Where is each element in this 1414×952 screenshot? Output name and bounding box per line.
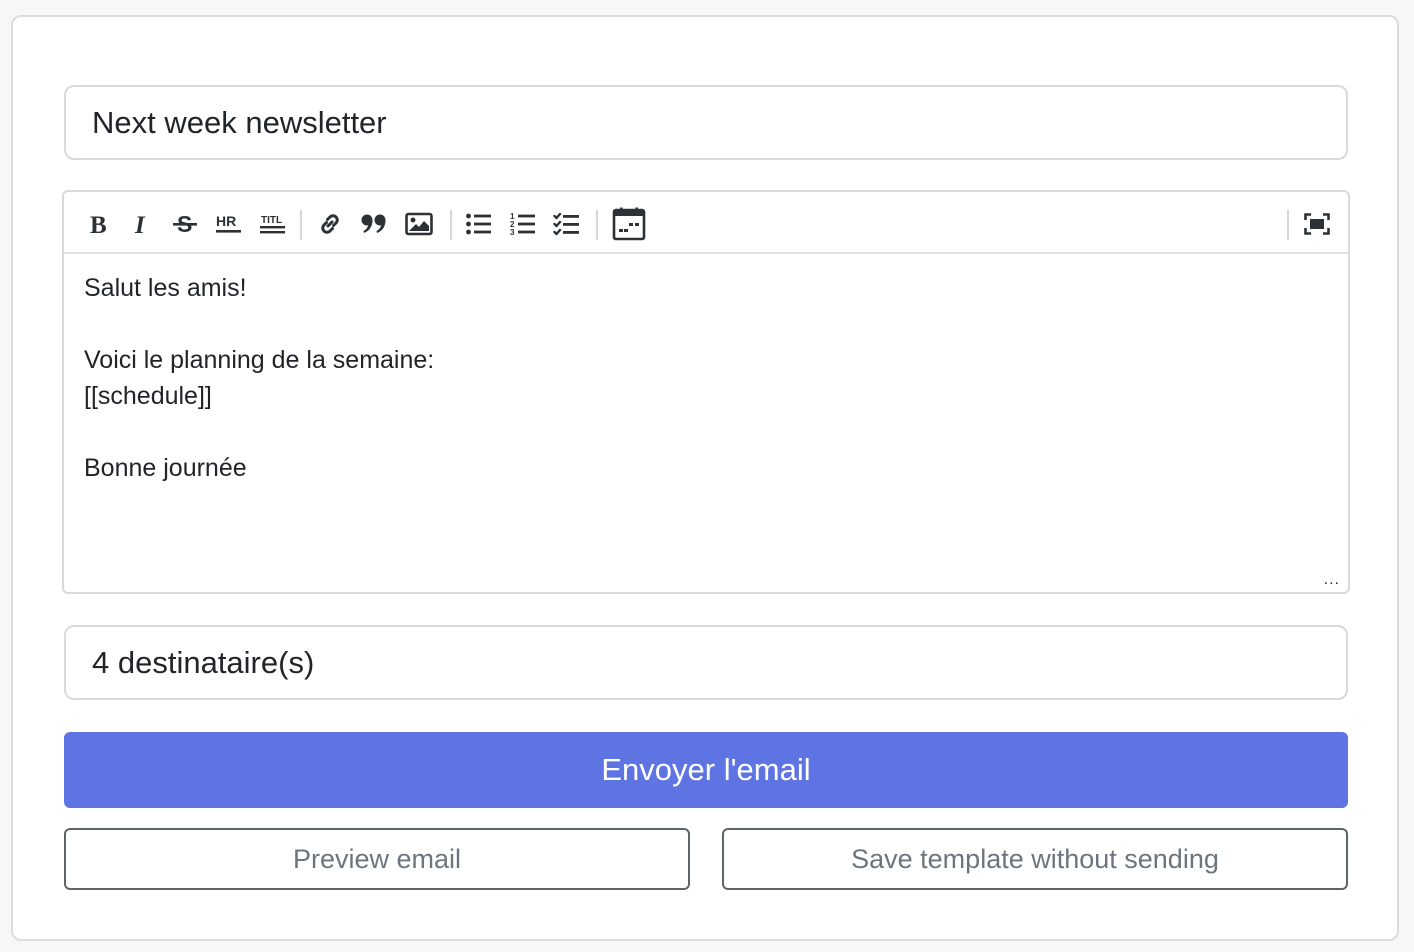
recipients-field[interactable]: 4 destinataire(s): [64, 625, 1348, 700]
editor-toolbar: B I S HR TITL 1 2 3: [64, 192, 1348, 254]
send-email-button[interactable]: Envoyer l'email: [64, 732, 1348, 808]
quote-icon[interactable]: [354, 204, 394, 244]
bullet-list-icon[interactable]: [459, 204, 499, 244]
markdown-editor[interactable]: B I S HR TITL 1 2 3 Salut les amis! Voic…: [62, 190, 1350, 594]
editor-content[interactable]: Salut les amis! Voici le planning de la …: [84, 270, 434, 486]
toolbar-separator: [1287, 210, 1289, 240]
hr-label: HR: [216, 213, 236, 229]
svg-text:3: 3: [510, 228, 515, 237]
bold-icon[interactable]: B: [78, 204, 118, 244]
checklist-icon[interactable]: [547, 204, 587, 244]
resize-handle[interactable]: ...: [1324, 572, 1340, 588]
preview-email-button[interactable]: Preview email: [64, 828, 690, 890]
fullscreen-icon[interactable]: [1297, 204, 1337, 244]
toolbar-separator: [596, 210, 598, 240]
title-label: TITL: [261, 215, 282, 226]
subject-input[interactable]: [64, 85, 1348, 160]
toolbar-separator: [450, 210, 452, 240]
link-icon[interactable]: [310, 204, 350, 244]
svg-text:B: B: [90, 212, 107, 236]
image-icon[interactable]: [399, 204, 439, 244]
toolbar-separator: [300, 210, 302, 240]
svg-text:I: I: [134, 212, 146, 236]
horizontal-rule-icon[interactable]: HR: [209, 204, 249, 244]
numbered-list-icon[interactable]: 1 2 3: [503, 204, 543, 244]
calendar-icon[interactable]: [609, 204, 649, 244]
strikethrough-icon[interactable]: S: [165, 204, 205, 244]
title-icon[interactable]: TITL: [253, 204, 293, 244]
italic-icon[interactable]: I: [121, 204, 161, 244]
save-template-button[interactable]: Save template without sending: [722, 828, 1348, 890]
